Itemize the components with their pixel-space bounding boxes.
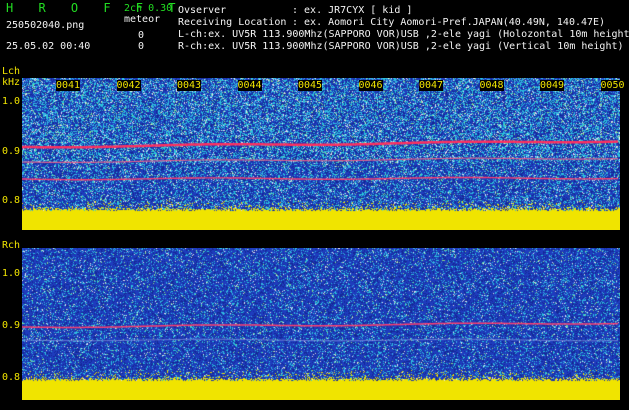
lch-time-tick-0047: 0047 bbox=[419, 80, 444, 91]
rch-label: Rch bbox=[2, 240, 21, 251]
rch-freq-0-9: 0.9 bbox=[2, 320, 21, 331]
location-label: Receiving Location bbox=[178, 17, 287, 28]
lch-label: Lch bbox=[2, 66, 21, 77]
lch-unit: kHz bbox=[2, 77, 21, 88]
rch-freq-1-0: 1.0 bbox=[2, 268, 21, 279]
lch-freq-0-9: 0.9 bbox=[2, 146, 21, 157]
datetime: 25.05.02 00:40 bbox=[6, 41, 91, 52]
observer-label: Ovserver bbox=[178, 5, 227, 16]
count-r: 0 bbox=[138, 41, 145, 52]
rch-spectrogram-canvas bbox=[22, 248, 620, 400]
lch-time-tick-0045: 0045 bbox=[298, 80, 323, 91]
lch-info: L-ch:ex. UV5R 113.900Mhz(SAPPORO VOR)USB… bbox=[178, 29, 629, 40]
lch-freq-1-0: 1.0 bbox=[2, 96, 21, 107]
lch-time-tick-0049: 0049 bbox=[540, 80, 565, 91]
filename: 250502040.png bbox=[6, 20, 85, 31]
lch-time-tick-0044: 0044 bbox=[237, 80, 262, 91]
observer-value: : ex. JR7CYX [ kid ] bbox=[292, 5, 413, 16]
lch-time-tick-0048: 0048 bbox=[479, 80, 504, 91]
rch-freq-0-8: 0.8 bbox=[2, 372, 21, 383]
rch-info: R-ch:ex. UV5R 113.900Mhz(SAPPORO VOR)USB… bbox=[178, 41, 624, 52]
location-value: : ex. Aomori City Aomori-Pref.JAPAN(40.4… bbox=[292, 17, 606, 28]
mode-label: 2ch 0.30 bbox=[124, 3, 173, 14]
lch-time-tick-0046: 0046 bbox=[358, 80, 383, 91]
lch-time-tick-0042: 0042 bbox=[116, 80, 141, 91]
count-l: 0 bbox=[138, 30, 145, 41]
meteor-label: meteor bbox=[124, 14, 161, 25]
rch-spectrogram bbox=[22, 248, 620, 400]
lch-spectrogram bbox=[22, 78, 620, 230]
lch-time-tick-0050: 0050 bbox=[600, 80, 625, 91]
lch-freq-0-8: 0.8 bbox=[2, 195, 21, 206]
lch-time-tick-0041: 0041 bbox=[56, 80, 81, 91]
lch-time-tick-0043: 0043 bbox=[177, 80, 202, 91]
lch-spectrogram-canvas bbox=[22, 78, 620, 230]
